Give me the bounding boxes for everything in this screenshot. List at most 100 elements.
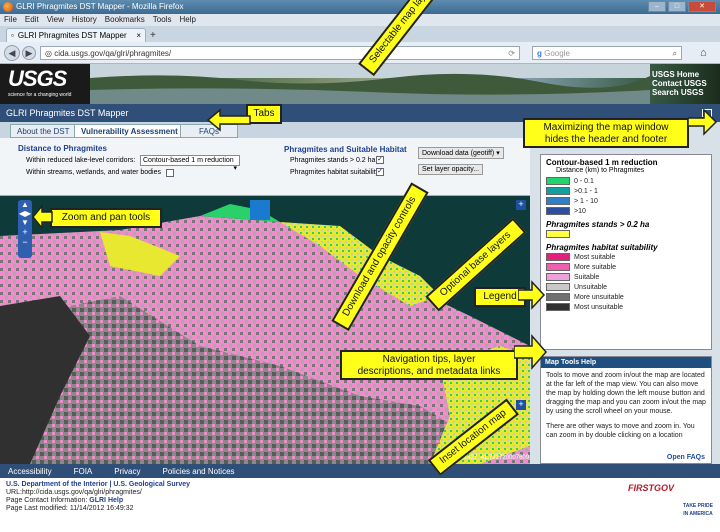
legend-label: Suitable: [574, 273, 600, 281]
legend-label: More unsuitable: [574, 293, 624, 301]
legend-row: Suitable: [546, 272, 706, 282]
home-icon[interactable]: ⌂: [700, 47, 707, 59]
department-text[interactable]: U.S. Department of the Interior | U.S. G…: [6, 481, 714, 489]
menu-bookmarks[interactable]: Bookmarks: [105, 15, 145, 25]
usgs-home-link[interactable]: USGS Home: [652, 70, 707, 79]
maximize-button[interactable]: □: [668, 1, 686, 12]
annotation-maximize-line: hides the header and footer: [544, 134, 668, 145]
legend-row: 0 - 0.1: [546, 176, 706, 186]
overview-map-toggle-icon[interactable]: +: [516, 400, 526, 410]
usgs-logo[interactable]: USGS: [8, 66, 67, 92]
tab-close-icon[interactable]: ×: [136, 31, 141, 40]
legend-panel: Contour-based 1 m reduction Distance (km…: [540, 154, 712, 350]
chevron-down-icon: ▾: [233, 165, 237, 172]
new-tab-icon[interactable]: +: [150, 30, 156, 41]
app-title: GLRI Phragmites DST Mapper: [6, 108, 129, 118]
search-usgs-link[interactable]: Search USGS: [652, 88, 707, 97]
pan-zoom-control[interactable]: ▲ ◀▶ ▼ + −: [18, 200, 32, 258]
back-icon[interactable]: ◀: [4, 45, 20, 61]
layer-switcher-icon[interactable]: +: [516, 200, 526, 210]
usgs-tagline: science for a changing world: [8, 92, 72, 98]
stands-label: Phragmites stands > 0.2 ha: [290, 157, 376, 164]
legend-swatch: [546, 283, 570, 291]
menu-file[interactable]: File: [4, 15, 17, 25]
streams-checkbox[interactable]: [166, 169, 174, 177]
legend-label: >10: [574, 207, 586, 215]
search-box[interactable]: g Google ⌕: [532, 46, 682, 60]
corridor-select[interactable]: Contour-based 1 m reduction ▾: [140, 155, 240, 172]
foia-link[interactable]: FOIA: [74, 467, 93, 476]
page-footer: U.S. Department of the Interior | U.S. G…: [0, 478, 720, 532]
policies-link[interactable]: Policies and Notices: [162, 467, 234, 476]
legend-swatch: [546, 273, 570, 281]
suitability-checkbox[interactable]: ✓: [376, 168, 384, 176]
streams-label: Within streams, wetlands, and water bodi…: [26, 169, 162, 176]
pan-arrows-icon[interactable]: ▲ ◀▶ ▼: [18, 200, 32, 227]
stands-checkbox[interactable]: ✓: [376, 156, 384, 164]
menu-help[interactable]: Help: [179, 15, 195, 25]
distance-heading: Distance to Phragmites: [18, 144, 107, 153]
download-button[interactable]: Download data (geotiff) ▾: [418, 147, 504, 159]
reload-icon[interactable]: ⟳: [508, 49, 515, 58]
menu-view[interactable]: View: [47, 15, 64, 25]
legend-swatch: [546, 293, 570, 301]
contact-usgs-link[interactable]: Contact USGS: [652, 79, 707, 88]
legend-row: >0.1 - 1: [546, 186, 706, 196]
menu-edit[interactable]: Edit: [25, 15, 39, 25]
annotation-maximize: Maximizing the map window hides the heade…: [523, 118, 689, 148]
opacity-button[interactable]: Set layer opacity...: [418, 164, 484, 175]
page-icon: ▫: [11, 31, 14, 40]
forward-icon[interactable]: ▶: [22, 46, 36, 60]
take-pride-logo[interactable]: TAKE PRIDE IN AMERICA: [680, 502, 716, 518]
legend-row: [546, 229, 706, 239]
legend-swatch: [546, 263, 570, 271]
open-faqs-link[interactable]: Open FAQs: [667, 454, 705, 461]
legend-label: Most suitable: [574, 253, 616, 261]
stands-legend-title: Phragmites stands > 0.2 ha: [546, 220, 650, 229]
tools-help-body[interactable]: Tools to move and zoom in/out the map ar…: [541, 368, 711, 443]
legend-swatch: [546, 303, 570, 311]
legend-title: Contour-based 1 m reduction: [546, 158, 658, 167]
menu-tools[interactable]: Tools: [153, 15, 172, 25]
header-links: USGS Home Contact USGS Search USGS: [652, 70, 707, 97]
search-icon[interactable]: ⌕: [673, 49, 677, 59]
close-button[interactable]: ✕: [688, 1, 716, 12]
legend-label: More suitable: [574, 263, 617, 271]
annotation-maximize-line: Maximizing the map window: [543, 122, 669, 133]
legend-row: > 1 - 10: [546, 196, 706, 206]
firefox-icon: [3, 2, 13, 12]
legend-subtitle: Distance (km) to Phragmites: [556, 167, 645, 174]
legend-swatch: [546, 177, 570, 185]
site-header: [0, 64, 720, 104]
legend-swatch: [546, 230, 570, 238]
annotation-arrow: [32, 204, 53, 230]
legend-row: More suitable: [546, 262, 706, 272]
firstgov-logo[interactable]: FIRSTGOV: [628, 484, 674, 493]
minimize-button[interactable]: –: [648, 1, 666, 12]
glri-help-link[interactable]: GLRI Help: [89, 497, 123, 504]
zoom-in-icon[interactable]: +: [18, 227, 32, 237]
privacy-link[interactable]: Privacy: [114, 467, 140, 476]
legend-swatch: [546, 253, 570, 261]
browser-tab-title: GLRI Phragmites DST Mapper: [17, 31, 127, 40]
map-tools-help: Map Tools Help Tools to move and zoom in…: [540, 356, 712, 464]
legend-label: >0.1 - 1: [574, 187, 598, 195]
footer-contact: Page Contact Information: GLRI Help: [6, 497, 714, 505]
annotation-arrow: [518, 280, 546, 310]
url-bar[interactable]: ◎ cida.usgs.gov/qa/glri/phragmites/ ⟳: [40, 46, 520, 60]
map-view[interactable]: [0, 196, 530, 464]
legend-label: > 1 - 10: [574, 197, 598, 205]
download-label: Download data (geotiff): [422, 150, 495, 157]
window-title: GLRI Phragmites DST Mapper - Mozilla Fir…: [16, 2, 184, 11]
window-title-bar: GLRI Phragmites DST Mapper - Mozilla Fir…: [0, 0, 720, 14]
browser-tab[interactable]: ▫ GLRI Phragmites DST Mapper ×: [6, 28, 146, 42]
zoom-out-icon[interactable]: −: [18, 237, 32, 247]
annotation-arrow: [688, 108, 718, 136]
legend-row: Most suitable: [546, 252, 706, 262]
annotation-zoom: Zoom and pan tools: [50, 208, 162, 228]
tools-help-text: There are other ways to move and zoom in…: [546, 423, 695, 439]
accessibility-link[interactable]: Accessibility: [8, 467, 52, 476]
corridor-select-value: Contour-based 1 m reduction: [143, 157, 234, 164]
tab-about[interactable]: About the DST: [10, 124, 77, 138]
menu-history[interactable]: History: [72, 15, 97, 25]
